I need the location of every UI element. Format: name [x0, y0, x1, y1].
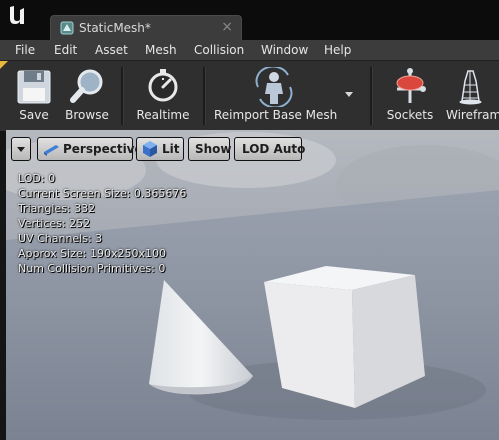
viewport-options-button[interactable]: [11, 137, 31, 161]
reimport-mesh-icon: [255, 67, 293, 107]
browse-button[interactable]: Browse: [62, 61, 112, 131]
stopwatch-icon: [148, 69, 178, 102]
sockets-icon: [396, 68, 426, 103]
unreal-engine-logo-icon[interactable]: [6, 4, 28, 28]
menu-bar: File Edit Asset Mesh Collision Window He…: [0, 40, 499, 60]
reimport-base-mesh-button[interactable]: Reimport Base Mesh: [214, 61, 338, 131]
chevron-down-icon: [17, 147, 25, 152]
save-label: Save: [19, 108, 49, 122]
save-button[interactable]: Save: [10, 61, 58, 131]
close-tab-icon[interactable]: ×: [221, 19, 233, 35]
save-icon: [17, 70, 51, 104]
toolbar: Save Browse Realtime Reimport Base Mesh: [0, 60, 499, 131]
toolbar-separator: [370, 67, 373, 125]
menu-collision[interactable]: Collision: [194, 43, 244, 57]
mesh-viewport[interactable]: Perspective Lit Show LOD Auto LOD: 0 Cur…: [6, 130, 499, 440]
mesh-stats-overlay: LOD: 0 Current Screen Size: 0.365676 Tri…: [18, 171, 186, 276]
menu-help[interactable]: Help: [324, 43, 351, 57]
menu-edit[interactable]: Edit: [54, 43, 77, 57]
wireframe-icon: [459, 70, 482, 105]
show-label: Show: [195, 142, 232, 156]
menu-mesh[interactable]: Mesh: [145, 43, 177, 57]
magnifier-icon: [70, 69, 103, 103]
lit-cube-icon: [143, 141, 157, 157]
reimport-label: Reimport Base Mesh: [214, 108, 338, 122]
stat-screen-size: Current Screen Size: 0.365676: [18, 187, 187, 200]
title-bar: StaticMesh* ×: [0, 0, 499, 40]
lit-view-mode-button[interactable]: Lit: [136, 137, 184, 161]
menu-asset[interactable]: Asset: [95, 43, 128, 57]
sockets-button[interactable]: Sockets: [383, 61, 437, 131]
perspective-label: Perspective: [63, 142, 143, 156]
menu-file[interactable]: File: [15, 43, 35, 57]
wireframe-label: Wireframe: [446, 108, 499, 122]
sockets-label: Sockets: [386, 108, 434, 122]
lod-auto-button[interactable]: LOD Auto: [234, 137, 306, 161]
toolbar-separator: [203, 67, 206, 125]
perspective-button[interactable]: Perspective: [37, 137, 143, 161]
chevron-down-icon: [345, 92, 353, 97]
stat-lod: LOD: 0: [18, 172, 56, 185]
stat-vertices: Vertices: 252: [18, 217, 91, 230]
asset-tab[interactable]: StaticMesh* ×: [50, 15, 242, 40]
browse-label: Browse: [65, 108, 109, 122]
menu-window[interactable]: Window: [261, 43, 308, 57]
show-flags-button[interactable]: Show: [188, 137, 232, 161]
toolbar-separator: [121, 67, 124, 125]
stat-approx-size: Approx Size: 190x250x100: [18, 247, 166, 260]
lit-label: Lit: [162, 142, 180, 156]
static-mesh-icon: [60, 21, 74, 35]
realtime-button[interactable]: Realtime: [134, 61, 192, 131]
wireframe-button[interactable]: Wireframe: [443, 61, 499, 131]
reimport-options-dropdown[interactable]: [338, 61, 360, 131]
realtime-label: Realtime: [136, 108, 190, 122]
toolbar-accent-corner: [0, 61, 8, 69]
lod-auto-label: LOD Auto: [242, 142, 306, 156]
stat-triangles: Triangles: 332: [18, 202, 96, 215]
stat-collision-primitives: Num Collision Primitives: 0: [18, 262, 166, 275]
perspective-camera-icon: [44, 145, 59, 156]
tab-title: StaticMesh*: [79, 21, 151, 35]
stat-uv-channels: UV Channels: 3: [18, 232, 103, 245]
